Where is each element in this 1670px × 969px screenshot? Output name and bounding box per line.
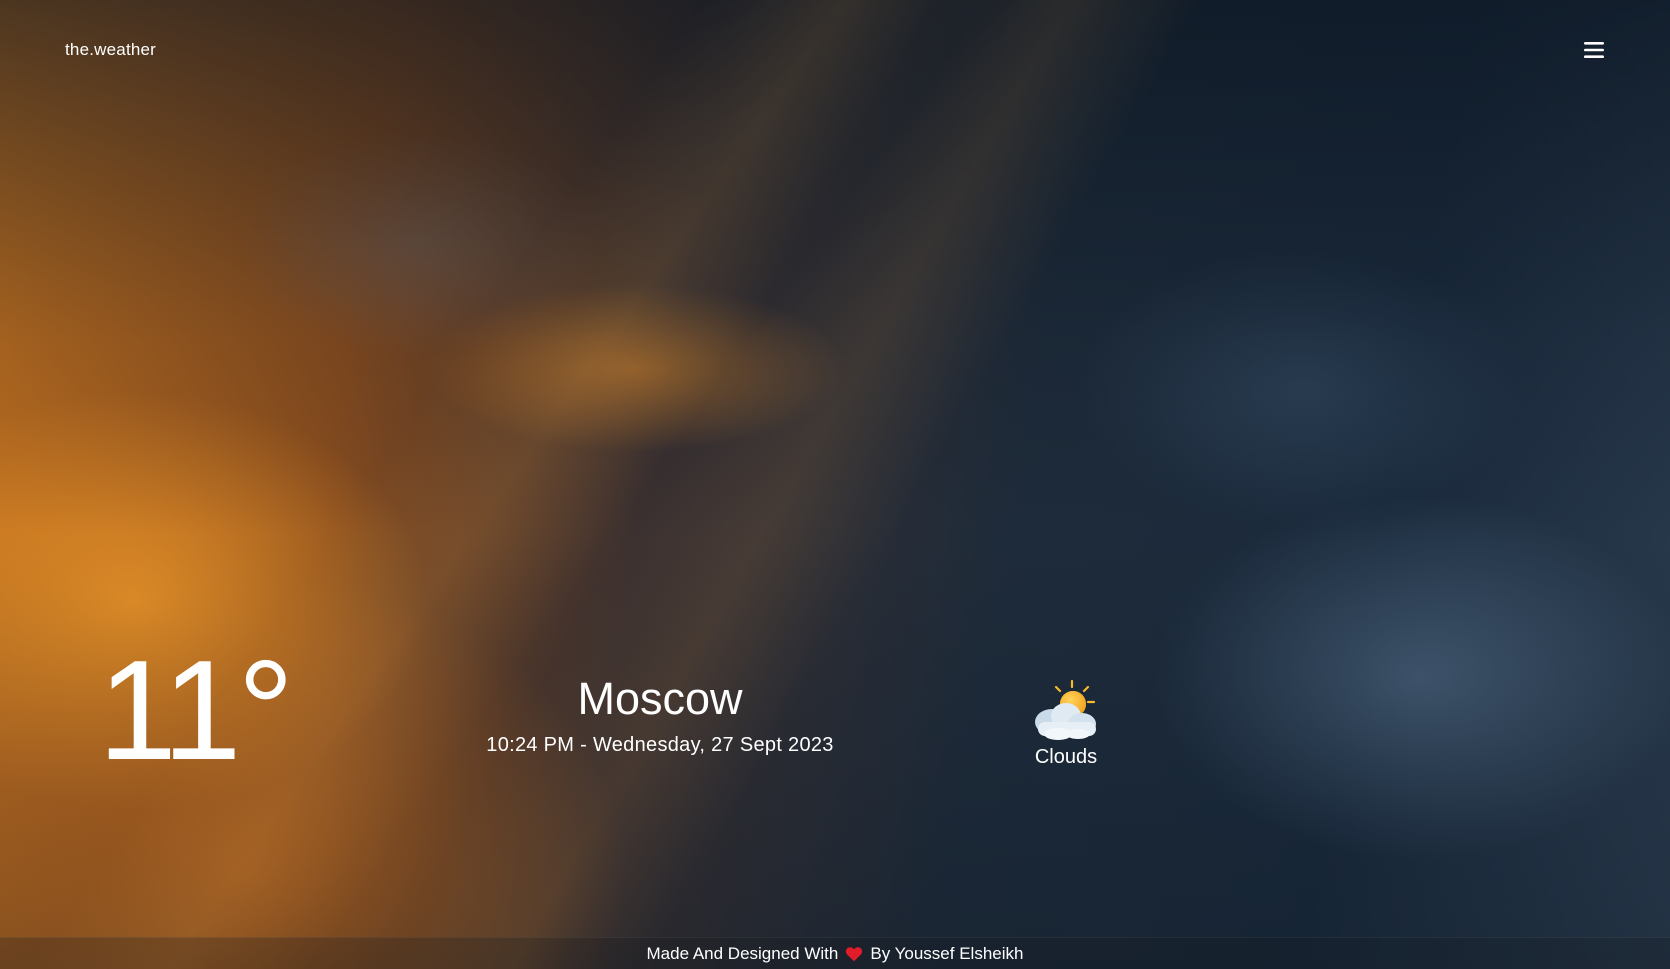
background-light-rays bbox=[0, 0, 1670, 969]
date-time: 10:24 PM - Wednesday, 27 Sept 2023 bbox=[486, 733, 834, 756]
condition-label: Clouds bbox=[1034, 746, 1098, 768]
location-block: Moscow 10:24 PM - Wednesday, 27 Sept 202… bbox=[420, 674, 900, 757]
footer: Made And Designed With By Youssef Elshei… bbox=[0, 937, 1670, 969]
top-bar: the.weather bbox=[0, 0, 1670, 100]
partly-cloudy-icon bbox=[1026, 678, 1106, 742]
footer-credit-author[interactable]: By Youssef Elsheikh bbox=[870, 944, 1023, 964]
city-name: Moscow bbox=[577, 673, 743, 724]
background-sky bbox=[0, 0, 1670, 969]
menu-button[interactable] bbox=[1576, 32, 1612, 68]
heart-icon bbox=[845, 946, 863, 962]
condition-block: Clouds bbox=[1026, 678, 1106, 769]
footer-credit-prefix: Made And Designed With bbox=[646, 943, 839, 963]
hamburger-menu-icon bbox=[1583, 40, 1605, 60]
temperature-value: 11° bbox=[98, 631, 294, 790]
brand-logo[interactable]: the.weather bbox=[65, 40, 156, 60]
